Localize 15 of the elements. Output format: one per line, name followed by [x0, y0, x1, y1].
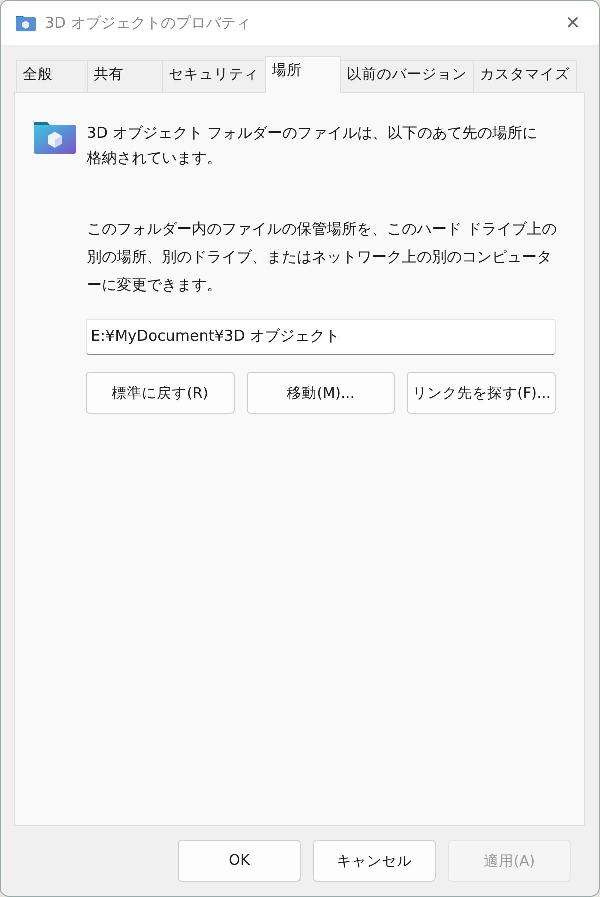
description-text: このフォルダー内のファイルの保管場所を、このハード ドライブ上の別の場所、別のドライブ、またはネットワーク上の別のコンピューターに変更できます。: [87, 219, 558, 296]
action-button[interactable]: 標準に戻す(R): [86, 372, 235, 414]
tab[interactable]: 場所: [265, 56, 341, 93]
path-field[interactable]: E:¥MyDocument¥3D オブジェクト: [86, 319, 556, 355]
action-button[interactable]: 移動(M)...: [246, 372, 396, 414]
location-intro-text: 3D オブジェクト フォルダーのファイルは、以下のあて先の場所に格納されています。: [87, 123, 539, 169]
tab[interactable]: 全般: [16, 60, 88, 92]
folder-icon: [33, 121, 77, 155]
close-button[interactable]: ✕: [553, 12, 593, 34]
window-title: 3D オブジェクトのプロパティ: [45, 14, 252, 32]
action-button[interactable]: リンク先を探す(F)...: [407, 372, 556, 414]
tab[interactable]: カスタマイズ: [473, 60, 577, 92]
dialog-button[interactable]: キャンセル: [313, 840, 436, 882]
folder-icon: [15, 14, 37, 32]
dialog-button[interactable]: OK: [178, 840, 301, 882]
